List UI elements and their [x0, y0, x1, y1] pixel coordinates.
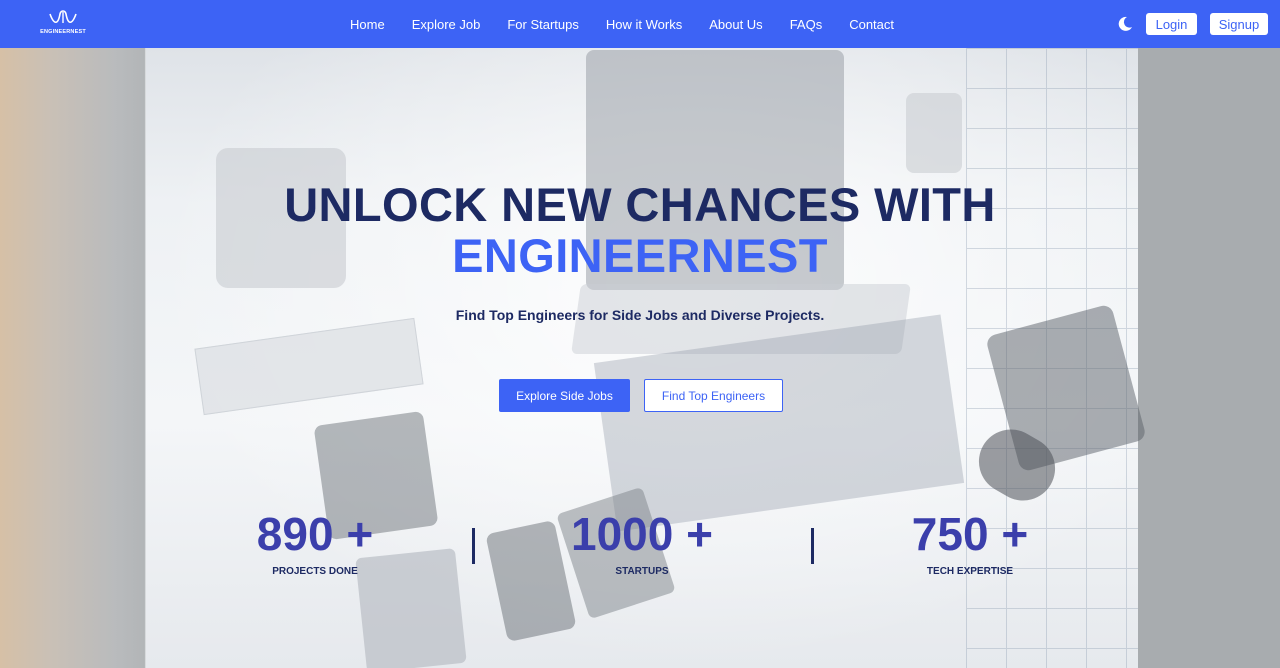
stat-label: STARTUPS — [615, 566, 669, 577]
navbar: ENGINEERNEST Home Explore Job For Startu… — [0, 0, 1280, 48]
signup-button[interactable]: Signup — [1210, 13, 1268, 35]
brand-name: ENGINEERNEST — [40, 29, 86, 35]
stat-value: 890 + — [256, 508, 374, 560]
login-button[interactable]: Login — [1146, 13, 1197, 35]
nav-home[interactable]: Home — [350, 17, 385, 32]
stat-label: TECH EXPERTISE — [926, 566, 1014, 577]
nav-explore-job[interactable]: Explore Job — [412, 17, 481, 32]
stat-value: 1000 + — [571, 508, 713, 560]
stat-divider — [811, 528, 814, 564]
stat-value: 750 + — [911, 508, 1029, 560]
nav-how-it-works[interactable]: How it Works — [606, 17, 682, 32]
moon-icon[interactable] — [1116, 15, 1134, 33]
nav-contact[interactable]: Contact — [849, 17, 894, 32]
nav-links: Home Explore Job For Startups How it Wor… — [350, 0, 921, 48]
stat-projects: 890 + PROJECTS DONE — [205, 508, 425, 577]
logo-icon — [49, 10, 77, 24]
find-top-engineers-button[interactable]: Find Top Engineers — [644, 379, 783, 412]
explore-side-jobs-button[interactable]: Explore Side Jobs — [499, 379, 630, 412]
nav-for-startups[interactable]: For Startups — [507, 17, 579, 32]
stat-startups: 1000 + STARTUPS — [532, 508, 752, 577]
hero-subtitle: Find Top Engineers for Side Jobs and Div… — [455, 307, 825, 323]
keyboard-shape — [194, 317, 424, 416]
stat-label: PROJECTS DONE — [272, 566, 358, 577]
pencil-cup-shape — [906, 93, 962, 173]
hero-title: UNLOCK NEW CHANCES WITH — [284, 178, 996, 231]
stat-divider — [472, 528, 475, 564]
stat-tech-expertise: 750 + TECH EXPERTISE — [860, 508, 1080, 577]
logo[interactable]: ENGINEERNEST — [40, 9, 86, 41]
nav-faqs[interactable]: FAQs — [790, 17, 823, 32]
nav-about-us[interactable]: About Us — [709, 17, 762, 32]
hero-title-brand: ENGINEERNEST — [452, 229, 828, 282]
